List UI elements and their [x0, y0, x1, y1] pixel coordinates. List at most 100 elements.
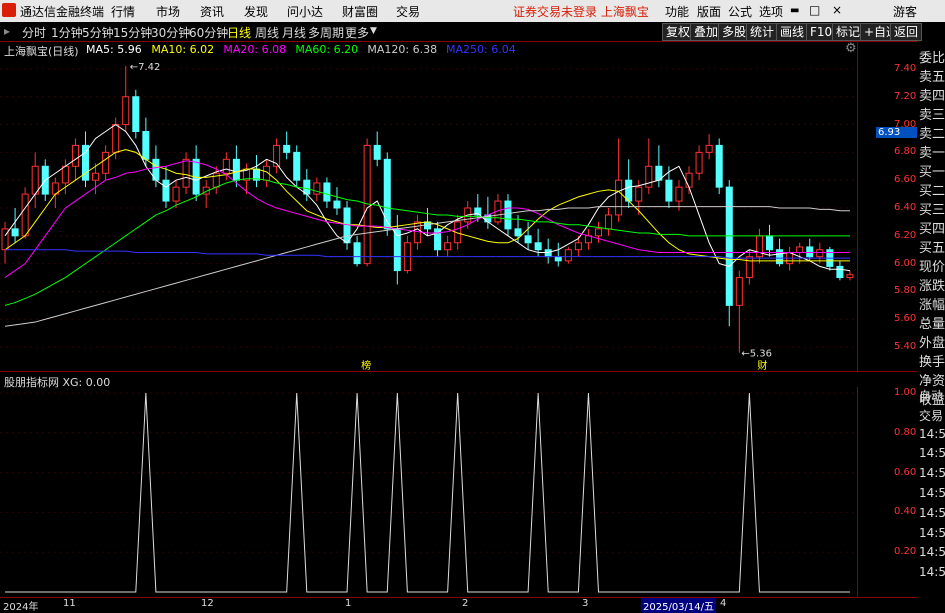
indicator-y-tick: 0.20	[894, 546, 917, 558]
candle[interactable]	[333, 187, 341, 215]
marker-cai[interactable]: 财	[757, 359, 767, 371]
candle[interactable]	[252, 155, 261, 188]
menu-shichang[interactable]: 市场	[156, 3, 180, 20]
candle[interactable]	[544, 238, 552, 264]
candle[interactable]	[494, 194, 502, 225]
period-more[interactable]: 更多	[345, 24, 369, 41]
menu-gongshi[interactable]: 公式	[728, 3, 752, 20]
period-fenshi[interactable]: 分时	[22, 24, 46, 41]
candle[interactable]	[403, 235, 411, 274]
quote-field-label: 14:56	[919, 426, 945, 441]
candle[interactable]	[1, 221, 9, 264]
candle[interactable]	[584, 228, 592, 250]
candle-body	[765, 235, 774, 251]
expand-icon[interactable]: ▸	[4, 24, 10, 38]
restore-icon[interactable]: □	[809, 3, 820, 17]
period-60min[interactable]: 60分钟	[189, 24, 228, 41]
candle[interactable]	[273, 138, 281, 174]
period-multi[interactable]: 多周期	[308, 24, 344, 41]
period-monthly[interactable]: 月线	[282, 24, 306, 41]
candle[interactable]	[21, 187, 29, 239]
app-title: 通达信金融终端	[20, 5, 105, 19]
candle[interactable]	[444, 235, 452, 257]
candle[interactable]	[725, 180, 733, 327]
candle[interactable]	[192, 145, 200, 202]
minimize-icon[interactable]: ▬	[790, 5, 799, 16]
candle[interactable]	[132, 89, 140, 139]
menu-faxian[interactable]: 发现	[244, 3, 268, 20]
candle[interactable]	[554, 242, 562, 267]
candle[interactable]	[112, 117, 120, 160]
candle[interactable]	[786, 246, 794, 271]
menu-banmian[interactable]: 版面	[697, 3, 721, 20]
candle[interactable]	[524, 221, 532, 250]
close-icon[interactable]: ×	[832, 3, 842, 17]
candle[interactable]	[504, 194, 512, 236]
candle[interactable]	[283, 131, 291, 160]
menu-zixun[interactable]: 资讯	[200, 3, 224, 20]
candle[interactable]	[122, 66, 130, 132]
candle[interactable]	[323, 177, 331, 208]
candle[interactable]	[745, 249, 753, 285]
candle[interactable]	[373, 131, 381, 167]
period-5min[interactable]: 5分钟	[82, 24, 114, 41]
candle[interactable]	[846, 270, 854, 281]
period-daily[interactable]: 日线	[227, 24, 251, 41]
candle[interactable]	[31, 152, 39, 208]
candle[interactable]	[81, 131, 90, 188]
more-dropdown-icon[interactable]: ▼	[370, 26, 377, 36]
quote-field-label[interactable]: 交易	[919, 407, 945, 424]
quote-field-label: 卖二	[919, 127, 945, 142]
candle[interactable]	[102, 145, 110, 181]
candle[interactable]	[605, 208, 613, 236]
candle-body	[444, 242, 452, 251]
x-label: 11	[63, 598, 76, 609]
candle[interactable]	[695, 145, 703, 181]
btn-tongji[interactable]: 统计	[746, 23, 779, 41]
candle[interactable]	[735, 270, 743, 353]
candle[interactable]	[293, 145, 301, 188]
candle[interactable]	[765, 224, 774, 257]
candle[interactable]	[202, 180, 210, 208]
candle[interactable]	[383, 152, 391, 236]
indicator-chart[interactable]	[0, 387, 860, 597]
candle[interactable]	[363, 138, 371, 267]
indicator-y-tick: 0.40	[894, 506, 917, 518]
menu-jiaoyi[interactable]: 交易	[396, 3, 420, 20]
quote-field-label: 14:56	[919, 466, 945, 481]
period-15min[interactable]: 15分钟	[113, 24, 152, 41]
btn-fanhui[interactable]: 返回	[890, 23, 923, 41]
candle[interactable]	[665, 166, 673, 208]
candle[interactable]	[645, 138, 653, 195]
period-weekly[interactable]: 周线	[255, 24, 279, 41]
candlestick-chart[interactable]: ←7.42 ←5.36 榜 财	[0, 41, 860, 371]
login-notice[interactable]: 证券交易未登录 上海飘宝	[513, 3, 649, 20]
candle[interactable]	[826, 246, 834, 271]
quote-field-label: 14:56	[919, 525, 945, 540]
candle[interactable]	[434, 221, 442, 257]
candle[interactable]	[182, 152, 190, 195]
menu-wenxiaoda[interactable]: 问小达	[287, 3, 323, 20]
menu-youke[interactable]: 游客	[893, 3, 917, 20]
menu-xuanxiang[interactable]: 选项	[759, 3, 783, 20]
menu-gongneng[interactable]: 功能	[665, 3, 689, 20]
candle[interactable]	[705, 134, 713, 160]
candle[interactable]	[313, 177, 321, 202]
candle[interactable]	[615, 138, 623, 222]
candle[interactable]	[564, 246, 572, 264]
candle[interactable]	[685, 166, 693, 195]
period-1min[interactable]: 1分钟	[51, 24, 83, 41]
btn-huaxian[interactable]: 画线	[776, 23, 809, 41]
menu-hangqing[interactable]: 行情	[111, 3, 135, 20]
quote-field-label[interactable]: 自动	[919, 387, 945, 404]
candle[interactable]	[484, 196, 492, 229]
candle[interactable]	[836, 260, 844, 281]
marker-bang[interactable]: 榜	[361, 359, 371, 371]
candle-body	[705, 144, 713, 153]
candle[interactable]	[353, 235, 361, 267]
menu-caifuquan[interactable]: 财富圈	[342, 3, 378, 20]
candle[interactable]	[806, 238, 814, 261]
period-30min[interactable]: 30分钟	[151, 24, 190, 41]
x-axis: 2024年 11 12 1 2 3 2025/03/14/五 4	[0, 597, 917, 613]
candle[interactable]	[715, 138, 723, 195]
